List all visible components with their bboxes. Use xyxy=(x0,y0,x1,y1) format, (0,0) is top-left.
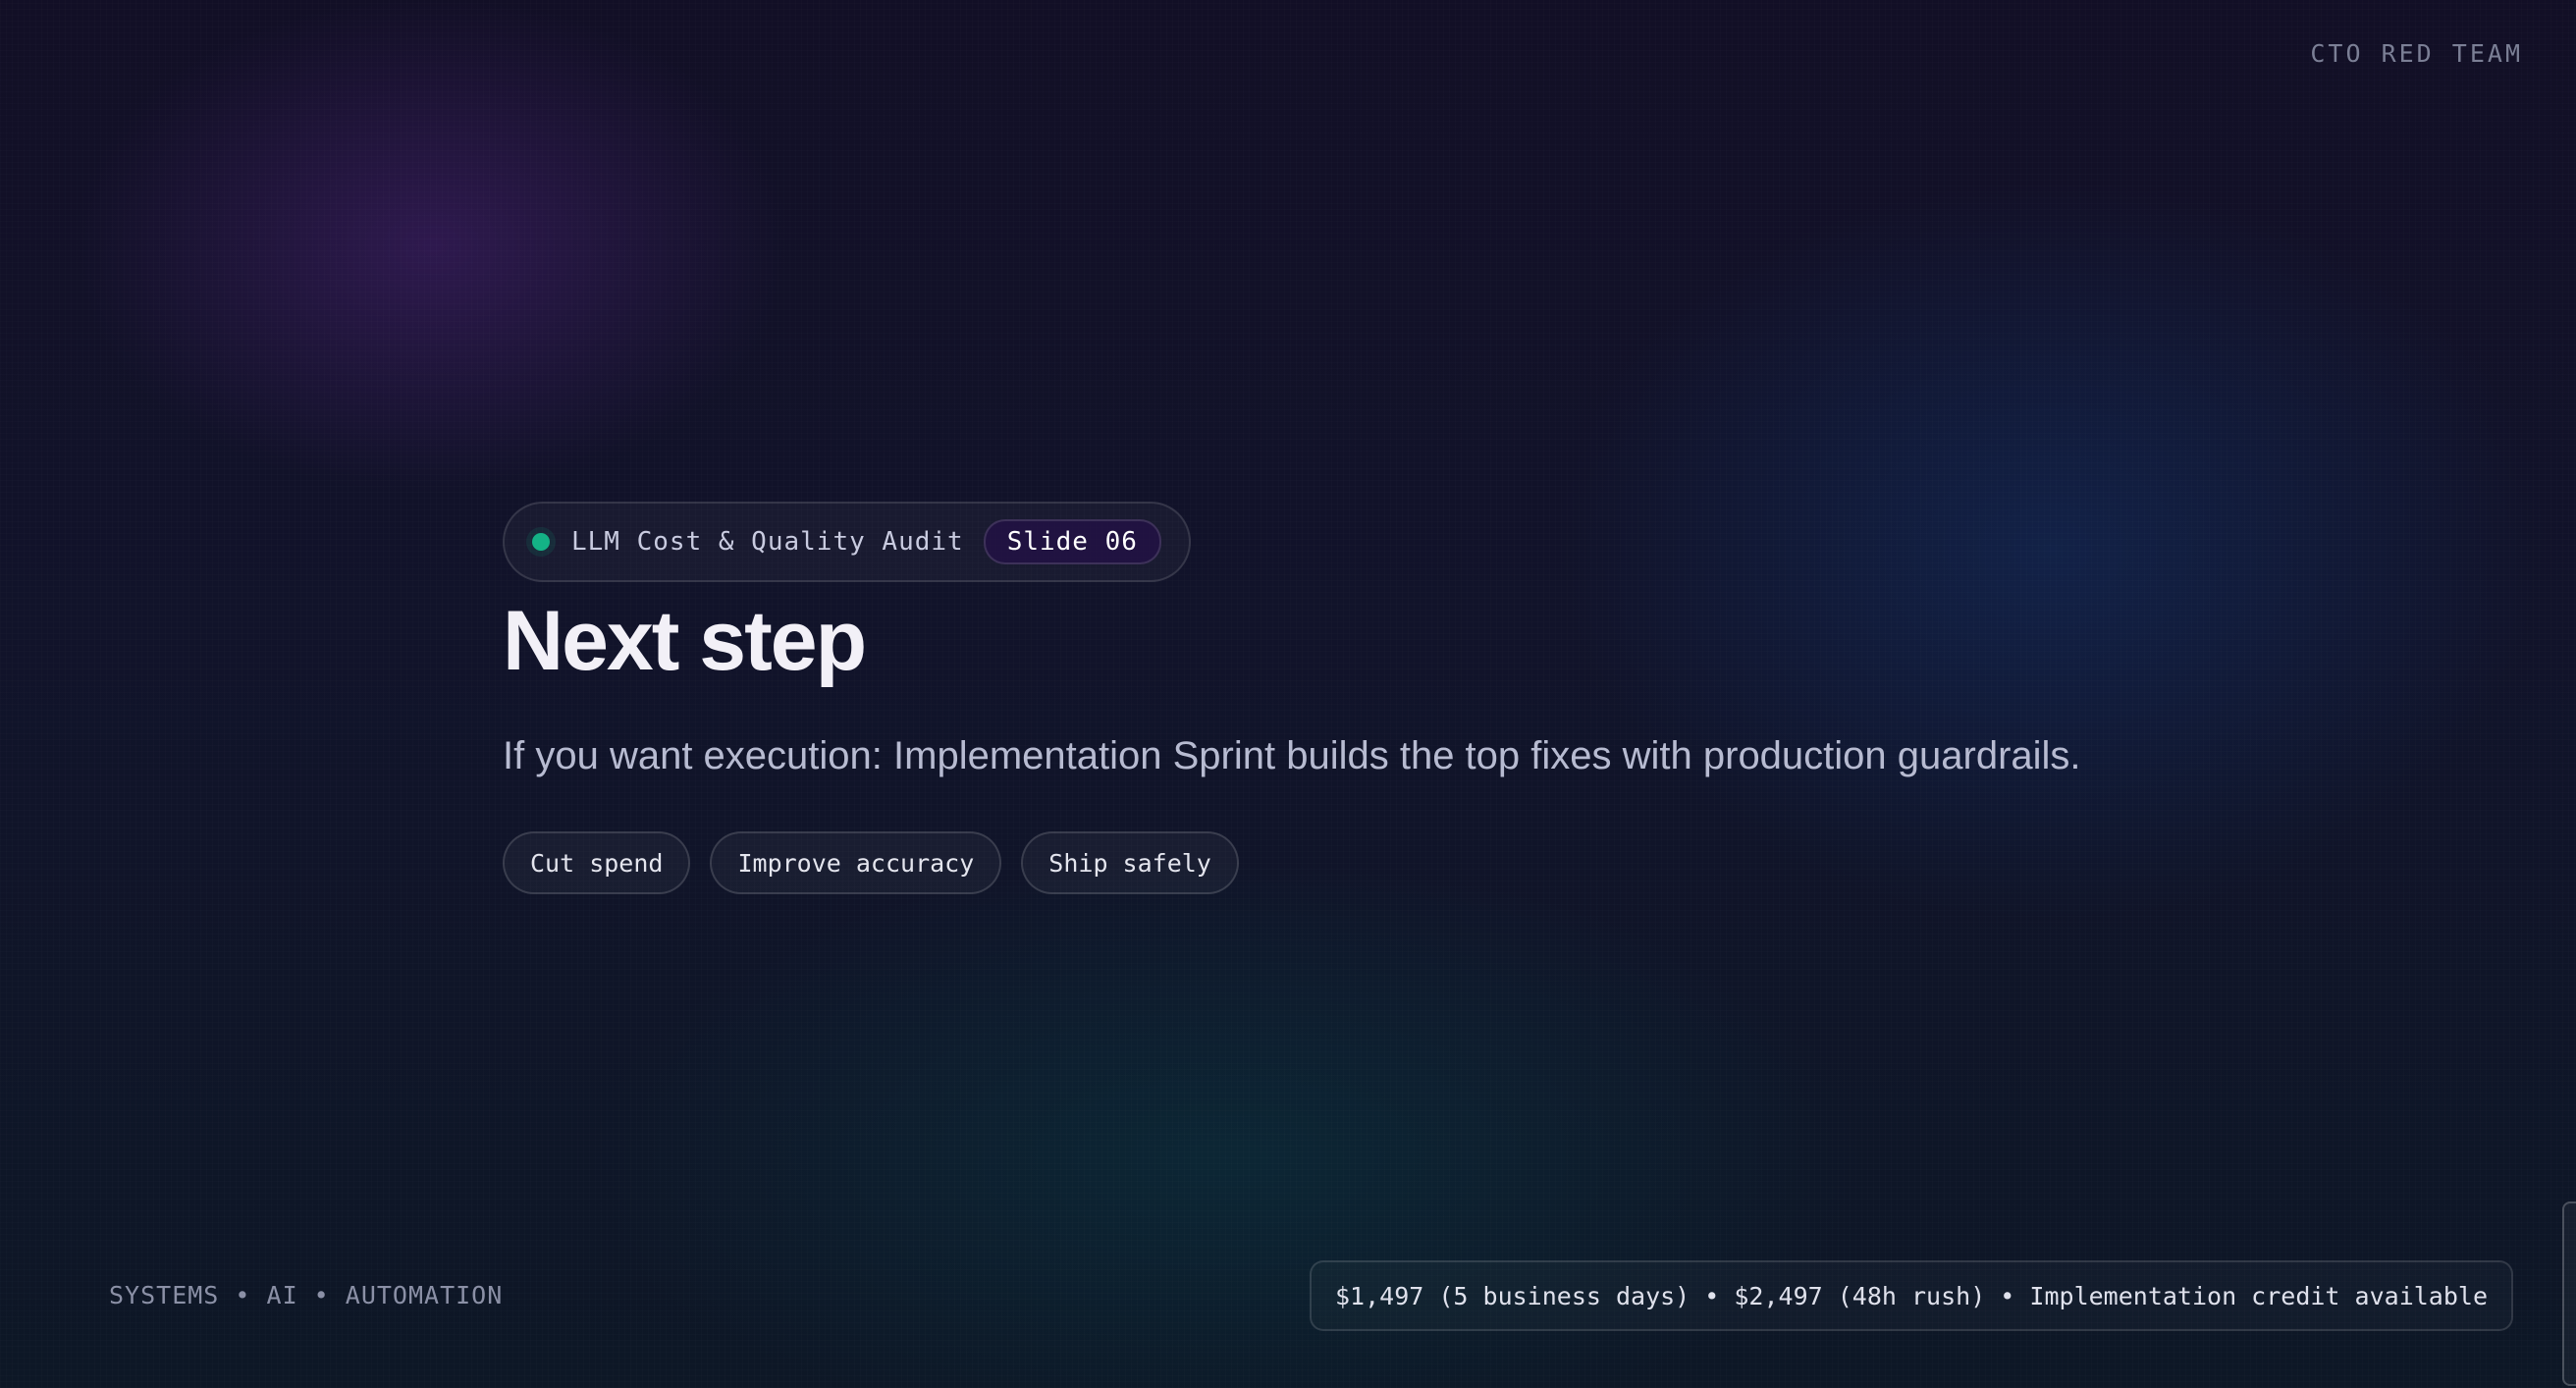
scrollbar[interactable] xyxy=(2562,1201,2576,1386)
page-subtitle: If you want execution: Implementation Sp… xyxy=(503,734,2081,777)
chip-cut-spend[interactable]: Cut spend xyxy=(503,831,691,894)
chip-improve-accuracy[interactable]: Improve accuracy xyxy=(710,831,1002,894)
slide-content: LLM Cost & Quality Audit Slide 06 Next s… xyxy=(503,502,2172,894)
chip-ship-safely[interactable]: Ship safely xyxy=(1021,831,1239,894)
page-title: Next step xyxy=(503,594,867,688)
chip-list: Cut spend Improve accuracy Ship safely xyxy=(503,831,2172,894)
brand-label: CTO RED TEAM xyxy=(2310,39,2523,68)
footer-tagline: SYSTEMS • AI • AUTOMATION xyxy=(109,1281,504,1309)
slide-number-badge: Slide 06 xyxy=(983,519,1161,564)
status-dot-icon xyxy=(532,533,550,551)
pricing-box: $1,497 (5 business days) • $2,497 (48h r… xyxy=(1310,1260,2513,1331)
audit-label: LLM Cost & Quality Audit xyxy=(571,527,964,557)
header-pill: LLM Cost & Quality Audit Slide 06 xyxy=(503,502,1191,582)
